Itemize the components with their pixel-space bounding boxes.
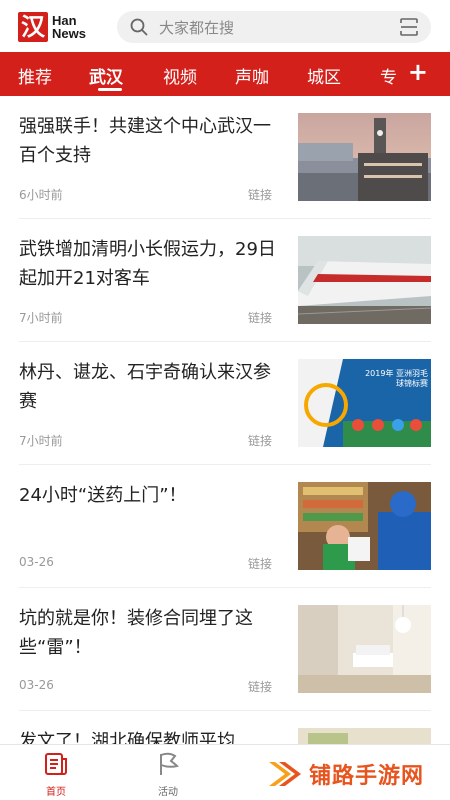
double-arrow-logo-icon	[269, 762, 301, 786]
nav-home-label: 首页	[46, 787, 66, 798]
watermark: 铺路手游网	[265, 752, 445, 796]
nav-activity[interactable]: 活动	[138, 751, 198, 798]
news-page-icon	[45, 753, 67, 775]
news-source: 链接	[248, 680, 273, 694]
news-thumbnail	[298, 482, 431, 570]
channel-bar: 推荐 武汉 视频 声咖 城区 专 +	[0, 52, 450, 96]
watermark-text: 铺路手游网	[309, 764, 425, 789]
news-source: 链接	[248, 311, 273, 325]
scan-icon[interactable]	[399, 17, 419, 37]
tab-shengka[interactable]: 声咖	[235, 63, 269, 88]
news-source: 链接	[248, 188, 273, 202]
news-time: 03-26	[19, 555, 54, 569]
news-time: 7小时前	[19, 434, 63, 448]
list-item[interactable]: 强强联手！共建这个中心武汉一百个支持 6小时前 链接	[0, 96, 450, 219]
news-time: 7小时前	[19, 311, 63, 325]
tab-special[interactable]: 专	[380, 63, 397, 88]
list-item[interactable]: 林丹、谌龙、石宇奇确认来汉参赛 7小时前 链接 2019年 亚洲羽毛球锦标赛	[0, 342, 450, 465]
nav-home[interactable]: 首页	[26, 751, 86, 798]
news-time: 6小时前	[19, 188, 63, 202]
news-thumbnail	[298, 236, 431, 324]
search-placeholder: 大家都在搜	[159, 18, 235, 37]
tab-video[interactable]: 视频	[163, 63, 197, 88]
poster-caption: 2019年 亚洲羽毛球锦标赛	[365, 369, 428, 388]
logo-line2: News	[52, 26, 86, 41]
nav-activity-label: 活动	[158, 787, 178, 798]
tab-district[interactable]: 城区	[307, 63, 341, 88]
search-input[interactable]: 大家都在搜	[117, 11, 431, 43]
news-thumbnail	[298, 605, 431, 693]
top-header: 汉 Han News 大家都在搜	[0, 0, 450, 52]
news-thumbnail	[298, 728, 431, 744]
news-title: 强强联手！共建这个中心武汉一百个支持	[19, 116, 271, 166]
list-item[interactable]: 武铁增加清明小长假运力，29日起加开21对客车 7小时前 链接	[0, 219, 450, 342]
flag-icon	[160, 752, 179, 775]
news-title: 武铁增加清明小长假运力，29日起加开21对客车	[19, 239, 276, 289]
list-item[interactable]: 24小时“送药上门”！ 03-26 链接	[0, 465, 450, 588]
tab-wuhan[interactable]: 武汉	[89, 63, 123, 88]
news-title: 发文了！湖北确保教师平均	[19, 731, 235, 744]
news-time: 03-26	[19, 678, 54, 692]
news-source: 链接	[248, 434, 273, 448]
active-tab-indicator	[98, 88, 122, 91]
app-root: 汉 Han News 大家都在搜 推荐 武汉 视频 声咖 城区 专 + 强强联手…	[0, 0, 450, 800]
news-thumbnail	[298, 113, 431, 201]
list-item[interactable]: 坑的就是你！装修合同埋了这些“雷”！ 03-26 链接	[0, 588, 450, 711]
app-logo[interactable]: 汉 Han News	[18, 12, 96, 42]
news-title: 坑的就是你！装修合同埋了这些“雷”！	[19, 608, 253, 658]
add-channel-button[interactable]: +	[408, 60, 428, 84]
list-item[interactable]: 发文了！湖北确保教师平均	[0, 711, 450, 744]
news-list: 强强联手！共建这个中心武汉一百个支持 6小时前 链接 武铁增加清明小长假运力，2…	[0, 96, 450, 744]
news-source: 链接	[248, 557, 273, 571]
search-icon	[130, 18, 148, 36]
news-title: 林丹、谌龙、石宇奇确认来汉参赛	[19, 362, 271, 412]
news-thumbnail: 2019年 亚洲羽毛球锦标赛	[298, 359, 431, 447]
tab-recommend[interactable]: 推荐	[18, 63, 52, 88]
logo-text: Han News	[52, 14, 86, 40]
news-title: 24小时“送药上门”！	[19, 485, 187, 506]
logo-mark: 汉	[18, 12, 48, 42]
